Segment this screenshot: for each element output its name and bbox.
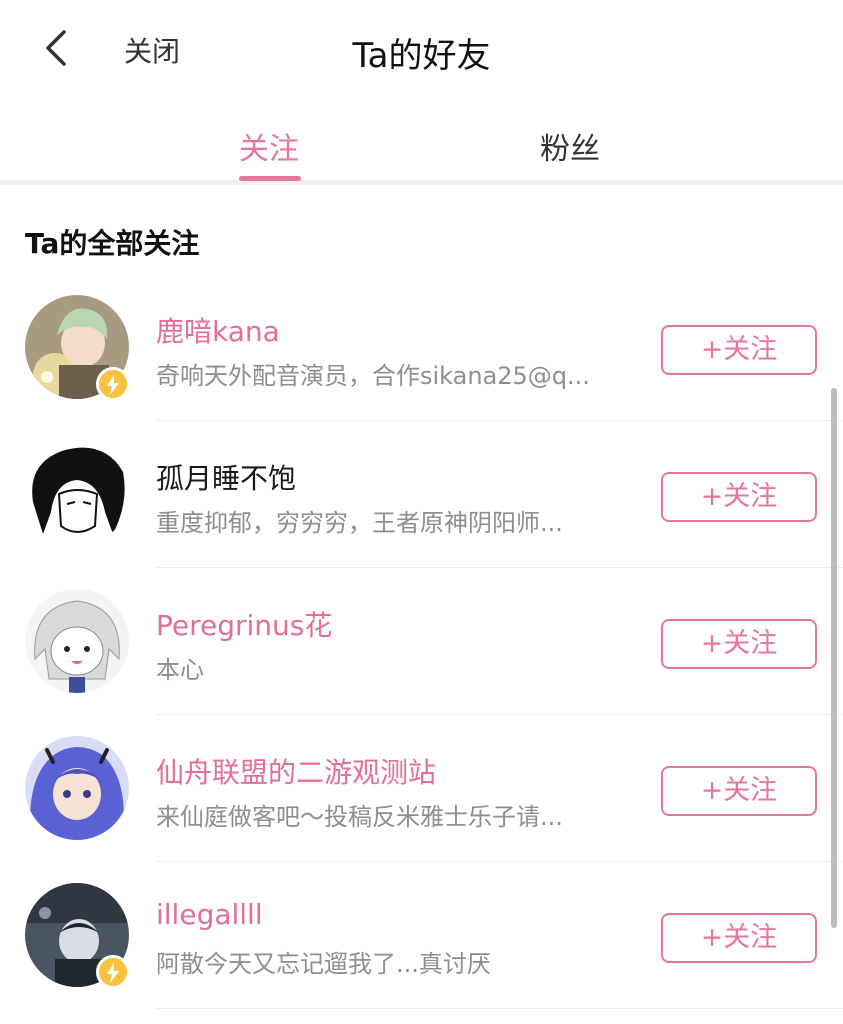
list-item[interactable]: 仙舟联盟的二游观测站 来仙庭做客吧～投稿反米雅士乐子请... +关注 [0, 711, 843, 862]
verified-badge [96, 367, 130, 401]
active-tab-indicator [239, 176, 301, 181]
close-button[interactable]: 关闭 [124, 30, 180, 70]
user-name[interactable]: illegallll [156, 898, 263, 931]
user-description: 本心 [156, 656, 204, 684]
user-name[interactable]: 孤月睡不饱 [156, 457, 296, 497]
divider [156, 1008, 843, 1009]
follow-button[interactable]: +关注 [661, 472, 817, 522]
user-name[interactable]: Peregrinus花 [156, 604, 332, 644]
tab-bar: 关注 粉丝 [0, 110, 843, 185]
verified-badge [96, 955, 130, 989]
section-title: Ta的全部关注 [25, 227, 200, 260]
avatar-blue-hair-horns-icon [25, 736, 129, 840]
list-item[interactable]: 孤月睡不饱 重度抑郁，穷穷穷，王者原神阴阳师... +关注 [0, 417, 843, 568]
lightning-icon [107, 963, 119, 983]
follow-button[interactable]: +关注 [661, 913, 817, 963]
user-description: 来仙庭做客吧～投稿反米雅士乐子请... [156, 803, 563, 831]
follow-button[interactable]: +关注 [661, 325, 817, 375]
avatar[interactable] [25, 442, 129, 546]
user-name[interactable]: 仙舟联盟的二游观测站 [156, 751, 436, 791]
scrollbar[interactable] [831, 388, 837, 928]
chevron-left-icon [46, 30, 66, 66]
avatar-white-hair-chibi-icon [25, 589, 129, 693]
avatar[interactable] [25, 736, 129, 840]
tab-following[interactable]: 关注 [189, 124, 349, 168]
follow-button[interactable]: +关注 [661, 766, 817, 816]
list-item[interactable]: 鹿喑kana 奇响天外配音演员，合作sikana25@q... +关注 [0, 270, 843, 421]
top-bar: 关闭 Ta的好友 [0, 0, 843, 100]
user-name[interactable]: 鹿喑kana [156, 310, 280, 350]
tab-fans[interactable]: 粉丝 [490, 124, 650, 168]
back-button[interactable] [38, 26, 78, 70]
list-item[interactable]: illegallll 阿散今天又忘记遛我了...真讨厌 +关注 [0, 858, 843, 1009]
avatar[interactable] [25, 589, 129, 693]
list-item[interactable]: Peregrinus花 本心 +关注 [0, 564, 843, 715]
user-description: 奇响天外配音演员，合作sikana25@q... [156, 362, 590, 390]
lightning-icon [107, 375, 119, 395]
avatar-black-hair-sketch-icon [25, 442, 129, 546]
follow-button[interactable]: +关注 [661, 619, 817, 669]
user-description: 重度抑郁，穷穷穷，王者原神阴阳师... [156, 509, 563, 537]
user-description: 阿散今天又忘记遛我了...真讨厌 [156, 950, 491, 978]
